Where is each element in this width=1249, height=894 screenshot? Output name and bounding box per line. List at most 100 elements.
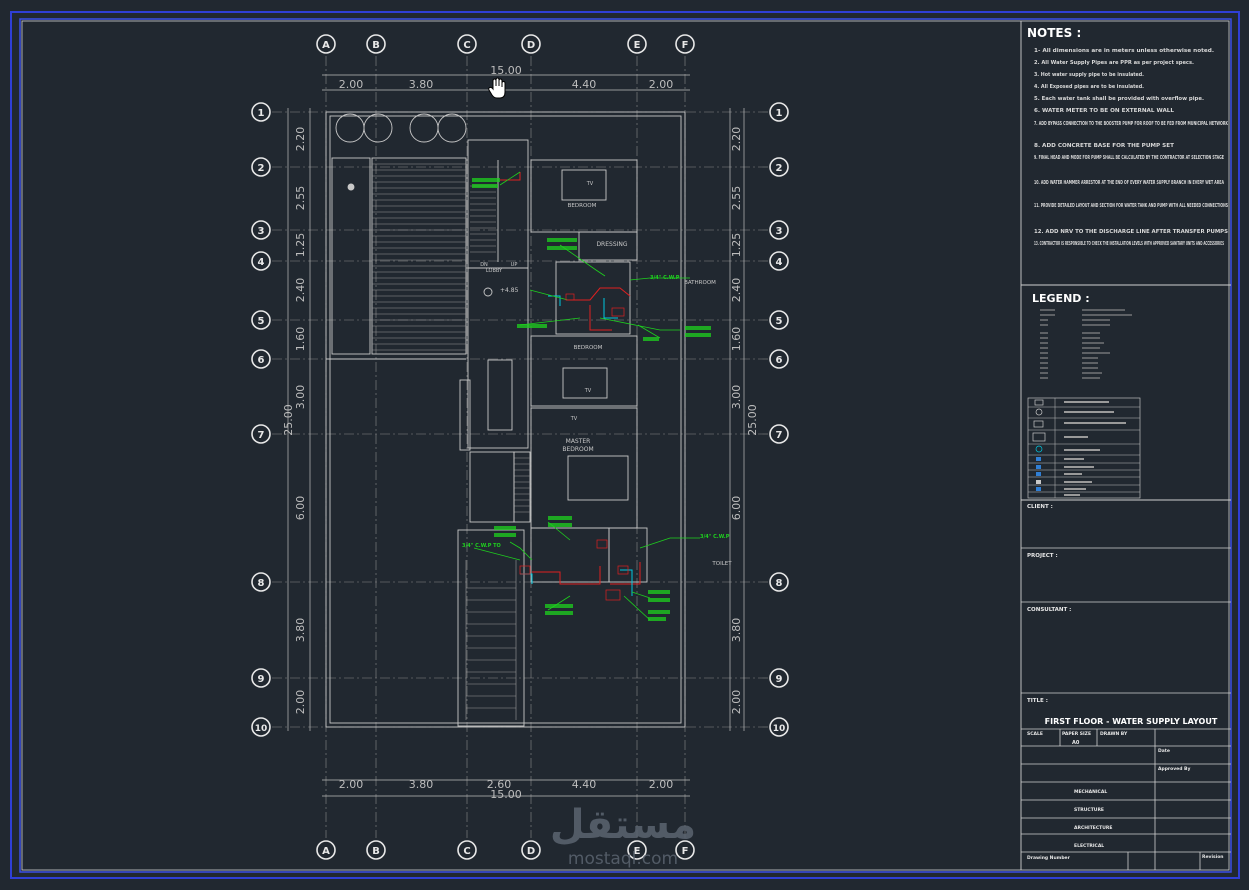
grid-bubble-right-8-label: 8: [776, 578, 783, 589]
tb-approved-by-label: Approved By: [1158, 766, 1190, 772]
grid-bubble-left-6-label: 6: [258, 355, 265, 366]
dim-right-seg-4: 2.40: [730, 278, 743, 303]
grid-bubble-bottom-c-label: C: [463, 846, 470, 857]
dim-right-seg-9: 2.00: [730, 690, 743, 715]
grid-bubble-right-5-label: 5: [776, 316, 783, 327]
dim-top-seg-2: 3.80: [409, 78, 434, 91]
grid-bubble-right-2-label: 2: [776, 163, 783, 174]
legend-title: LEGEND :: [1032, 292, 1090, 305]
dim-left-total: 25.00: [282, 404, 295, 436]
tb-architecture: ARCHITECTURE: [1074, 825, 1112, 831]
annotation-cwp-right-1: 3/4" C.W.P: [650, 275, 680, 281]
note-9: 9. FINAL HEAD AND MODE FOR PUMP SHALL BE…: [1034, 155, 1224, 161]
tb-drawn-by-label: DRAWN BY: [1100, 731, 1128, 737]
dim-bottom-seg-1: 2.00: [339, 778, 364, 791]
grid-bubble-right-6-label: 6: [776, 355, 783, 366]
dim-top-seg-3: 4.40: [572, 78, 597, 91]
note-4: 4. All Exposed pipes are to be insulated…: [1034, 84, 1144, 90]
grid-bubble-bottom-b-label: B: [372, 846, 380, 857]
dim-left-seg-8: 3.80: [294, 618, 307, 643]
label-up: UP: [511, 262, 518, 268]
grid-bubble-bottom-d-label: D: [527, 846, 535, 857]
note-1: 1- All dimensions are in meters unless o…: [1034, 48, 1214, 54]
grid-bubble-left-8-label: 8: [258, 578, 265, 589]
note-8: 8. ADD CONCRETE BASE FOR THE PUMP SET: [1034, 143, 1174, 149]
note-13: 13. CONTRACTOR IS RESPONSIBLE TO CHECK T…: [1034, 241, 1224, 247]
grid-bubble-left-7-label: 7: [258, 430, 265, 441]
grid-bubble-right-4-label: 4: [776, 257, 783, 268]
roof-drain: [347, 183, 355, 191]
grid-bubble-top-b-label: B: [372, 40, 380, 51]
dim-left-seg-6: 3.00: [294, 385, 307, 410]
grid-bubble-left-2-label: 2: [258, 163, 265, 174]
label-bedroom-2: BEDROOM: [574, 345, 603, 351]
label-bedroom-1: BEDROOM: [568, 203, 597, 209]
label-lobby: LOBBY: [486, 268, 503, 274]
tb-scale-label: SCALE: [1027, 731, 1043, 737]
note-2: 2. All Water Supply Pipes are PPR as per…: [1034, 60, 1194, 66]
grid-bubble-top-d-label: D: [527, 40, 535, 51]
grid-bubble-right-3-label: 3: [776, 226, 783, 237]
label-bathroom: BATHROOM: [684, 280, 716, 286]
watermark-logo: مستقل mostaql.com: [550, 802, 696, 869]
dim-left-seg-4: 2.40: [294, 278, 307, 303]
dim-right-seg-8: 3.80: [730, 618, 743, 643]
tb-drawing-title: FIRST FLOOR - WATER SUPPLY LAYOUT: [1045, 717, 1218, 726]
note-11: 11. PROVIDE DETAILED LAYOUT AND SECTION …: [1034, 203, 1228, 209]
cad-drawing-viewport[interactable]: A B C D E F A B C D E F 1 2 3 4 5 6 7 8 …: [0, 0, 1249, 890]
grid-bubble-left-5-label: 5: [258, 316, 265, 327]
dim-left-seg-7: 6.00: [294, 496, 307, 521]
tb-electrical: ELECTRICAL: [1074, 843, 1104, 849]
dim-right-seg-1: 2.20: [730, 127, 743, 152]
dim-left-seg-9: 2.00: [294, 690, 307, 715]
label-master-bedroom: BEDROOM: [562, 446, 593, 453]
tb-revision-label: Revision: [1202, 854, 1224, 860]
grid-bubble-right-7-label: 7: [776, 430, 783, 441]
annotation-cwp-right-2: 3/4" C.W.P: [700, 534, 730, 540]
tb-structure: STRUCTURE: [1074, 807, 1104, 813]
cad-canvas[interactable]: A B C D E F A B C D E F 1 2 3 4 5 6 7 8 …: [0, 0, 1249, 890]
tb-consultant-label: CONSULTANT :: [1027, 607, 1071, 613]
dim-right-seg-5: 1.60: [730, 327, 743, 352]
note-6: 6. WATER METER TO BE ON EXTERNAL WALL: [1034, 108, 1175, 114]
label-level: +4.85: [500, 287, 519, 294]
note-7: 7. ADD BYPASS CONNECTION TO THE BOOSTER …: [1034, 121, 1229, 127]
annotation-hwp-cwp-3: 3/4" C.W.P TO: [462, 543, 501, 549]
dim-right-seg-3: 1.25: [730, 233, 743, 258]
grid-bubble-left-1-label: 1: [258, 108, 265, 119]
grid-bubble-right-9-label: 9: [776, 674, 783, 685]
dim-right-seg-7: 6.00: [730, 496, 743, 521]
grid-bubble-bottom-a-label: A: [322, 846, 330, 857]
dim-left-seg-5: 1.60: [294, 327, 307, 352]
note-12: 12. ADD NRV TO THE DISCHARGE LINE AFTER …: [1034, 229, 1228, 235]
note-3: 3. Hot water supply pipe to be insulated…: [1034, 72, 1144, 78]
watermark-arabic: مستقل: [550, 802, 696, 848]
dim-top-seg-4: 2.00: [649, 78, 674, 91]
dim-bottom-total: 15.00: [490, 788, 522, 801]
grid-bubble-left-3-label: 3: [258, 226, 265, 237]
label-tv-1: TV: [586, 181, 594, 187]
grid-bubble-left-9-label: 9: [258, 674, 265, 685]
note-5: 5. Each water tank shall be provided wit…: [1034, 96, 1204, 102]
grid-bubble-left-4-label: 4: [258, 257, 265, 268]
drawing-background: [0, 0, 1249, 890]
dim-right-seg-2: 2.55: [730, 186, 743, 211]
dim-left-seg-2: 2.55: [294, 186, 307, 211]
grid-bubble-right-1-label: 1: [776, 108, 783, 119]
label-tv-2: TV: [584, 388, 592, 394]
dim-right-total: 25.00: [746, 404, 759, 436]
dim-bottom-seg-5: 2.00: [649, 778, 674, 791]
tb-mechanical: MECHANICAL: [1074, 789, 1107, 795]
grid-bubble-left-10-label: 10: [255, 724, 268, 734]
label-dressing: DRESSING: [596, 241, 627, 248]
grid-bubble-right-10-label: 10: [773, 724, 786, 734]
tb-paper-value: A0: [1072, 740, 1080, 746]
label-toilet: TOILET: [711, 561, 732, 567]
tb-project-label: PROJECT :: [1027, 553, 1058, 559]
tb-paper-size-label: PAPER SIZE: [1062, 731, 1091, 737]
dim-bottom-seg-2: 3.80: [409, 778, 434, 791]
dim-right-seg-6: 3.00: [730, 385, 743, 410]
label-master: MASTER: [566, 438, 591, 445]
watermark-latin: mostaql.com: [568, 849, 678, 869]
dim-left-seg-1: 2.20: [294, 127, 307, 152]
